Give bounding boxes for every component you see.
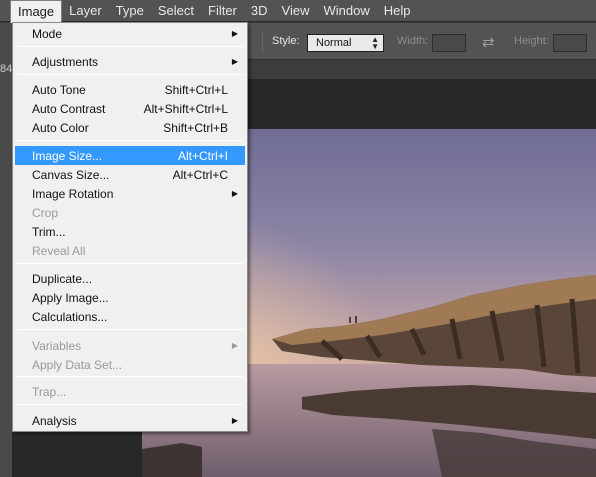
menu-item-label: Image Size...: [32, 148, 103, 163]
menu-item-auto-tone[interactable]: Auto Tone Shift+Ctrl+L: [15, 80, 245, 99]
menu-item-mode[interactable]: Mode ▶: [15, 24, 245, 43]
menu-item-apply-data-set: Apply Data Set...: [15, 355, 245, 374]
menu-item-label: Apply Image...: [32, 290, 109, 305]
submenu-arrow-icon: ▶: [231, 416, 238, 425]
menu-item-label: Variables: [32, 338, 82, 353]
menu-separator: [17, 140, 243, 141]
menu-separator: [17, 263, 243, 264]
menu-item-trap: Trap...: [15, 382, 245, 401]
height-label: Height:: [514, 35, 549, 47]
menu-item-shortcut: Alt+Shift+Ctrl+L: [143, 101, 228, 116]
menu-item-shortcut: Shift+Ctrl+L: [164, 82, 228, 97]
menu-item-label: Calculations...: [32, 309, 108, 324]
menu-separator: [17, 74, 243, 75]
menu-item-label: Image Rotation: [32, 186, 114, 201]
menu-bar: Image Layer Type Select Filter 3D View W…: [0, 0, 596, 23]
menu-item-analysis[interactable]: Analysis ▶: [15, 411, 245, 430]
menu-item-trim[interactable]: Trim...: [15, 222, 245, 241]
menu-3d[interactable]: 3D: [244, 0, 275, 22]
menu-item-label: Duplicate...: [32, 271, 93, 286]
menu-image[interactable]: Image: [10, 0, 63, 23]
menu-type[interactable]: Type: [109, 0, 151, 22]
submenu-arrow-icon: ▶: [231, 189, 238, 198]
menu-item-reveal-all: Reveal All: [15, 241, 245, 260]
menu-item-label: Apply Data Set...: [32, 357, 123, 372]
menu-item-shortcut: Shift+Ctrl+B: [163, 120, 228, 135]
menu-item-calculations[interactable]: Calculations...: [15, 307, 245, 326]
menu-item-auto-contrast[interactable]: Auto Contrast Alt+Shift+Ctrl+L: [15, 99, 245, 118]
menu-item-adjustments[interactable]: Adjustments ▶: [15, 52, 245, 71]
menu-item-label: Trap...: [32, 384, 67, 399]
tools-panel: [0, 23, 12, 477]
menu-item-label: Adjustments: [32, 54, 99, 69]
menu-item-label: Auto Tone: [32, 82, 86, 97]
menu-item-label: Mode: [32, 26, 63, 41]
menu-separator: [17, 329, 243, 330]
menu-bar-lead: [0, 0, 10, 22]
submenu-arrow-icon: ▶: [231, 29, 238, 38]
menu-item-apply-image[interactable]: Apply Image...: [15, 288, 245, 307]
menu-filter[interactable]: Filter: [201, 0, 244, 22]
menu-help[interactable]: Help: [377, 0, 418, 22]
menu-separator: [17, 404, 243, 405]
photoshop-window: Image Layer Type Select Filter 3D View W…: [0, 0, 596, 477]
submenu-arrow-icon: ▶: [231, 341, 238, 350]
menu-item-image-size[interactable]: Image Size... Alt+Ctrl+I: [15, 146, 245, 165]
menu-item-shortcut: Alt+Ctrl+I: [177, 148, 228, 163]
menu-item-label: Canvas Size...: [32, 167, 110, 182]
menu-item-label: Crop: [32, 205, 59, 220]
submenu-arrow-icon: ▶: [231, 57, 238, 66]
document-tab-fragment: 84: [0, 63, 13, 75]
menu-item-crop: Crop: [15, 203, 245, 222]
width-input[interactable]: [432, 34, 466, 52]
menu-item-duplicate[interactable]: Duplicate...: [15, 269, 245, 288]
width-label: Width:: [397, 35, 429, 47]
menu-item-label: Auto Contrast: [32, 101, 106, 116]
menu-item-label: Trim...: [32, 224, 66, 239]
menu-item-auto-color[interactable]: Auto Color Shift+Ctrl+B: [15, 118, 245, 137]
image-menu-dropdown: Mode ▶ Adjustments ▶ Auto Tone Shift+Ctr…: [12, 22, 248, 432]
swap-arrows-icon[interactable]: ⇄: [482, 33, 495, 51]
menu-item-variables: Variables ▶: [15, 336, 245, 355]
menu-item-image-rotation[interactable]: Image Rotation ▶: [15, 184, 245, 203]
style-label: Style:: [272, 35, 300, 47]
menu-select[interactable]: Select: [151, 0, 201, 22]
menu-separator: [17, 376, 243, 377]
menu-item-canvas-size[interactable]: Canvas Size... Alt+Ctrl+C: [15, 165, 245, 184]
height-input[interactable]: [553, 34, 587, 52]
menu-layer[interactable]: Layer: [62, 0, 109, 22]
menu-item-label: Analysis: [32, 413, 77, 428]
menu-separator: [17, 46, 243, 47]
options-separator: [262, 32, 263, 52]
style-select[interactable]: Normal ▲ ▼: [307, 34, 384, 52]
menu-item-label: Auto Color: [32, 120, 89, 135]
menu-view[interactable]: View: [275, 0, 317, 22]
menu-window[interactable]: Window: [316, 0, 376, 22]
menu-item-label: Reveal All: [32, 243, 86, 258]
menu-item-shortcut: Alt+Ctrl+C: [172, 167, 228, 182]
style-select-value: Normal: [316, 37, 352, 49]
select-arrows-icon: ▲ ▼: [371, 35, 379, 51]
